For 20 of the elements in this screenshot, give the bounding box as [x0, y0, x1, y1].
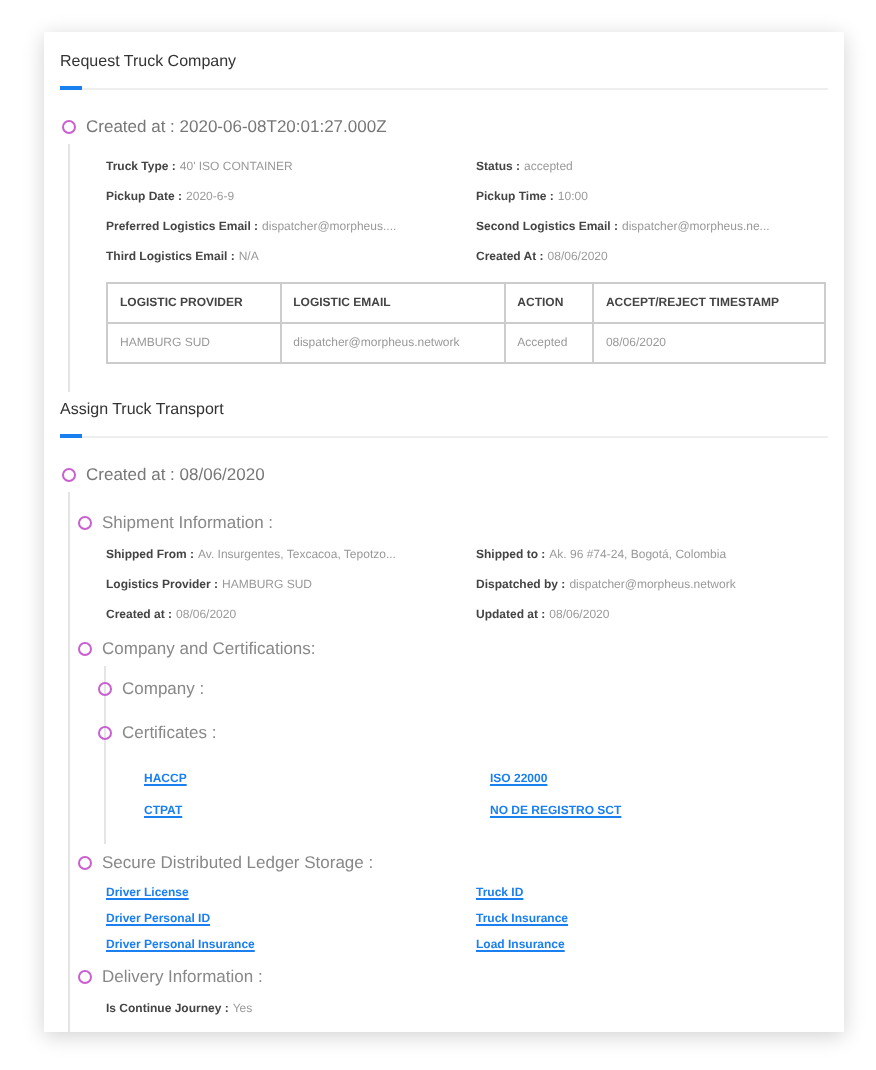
tab-indicator	[60, 86, 82, 90]
timeline-dot-icon	[78, 641, 92, 655]
section-title: Assign Truck Transport	[60, 399, 224, 417]
timeline-dot-icon	[78, 969, 92, 983]
created-at-heading: Created at : 08/06/2020	[86, 464, 265, 484]
subgroup-heading: Certificates :	[122, 722, 217, 742]
timeline-dot-icon	[98, 681, 112, 695]
timeline-dot-icon	[62, 119, 76, 133]
group-heading: Company and Certifications:	[102, 638, 316, 658]
timeline-dot-icon	[78, 515, 92, 529]
tab-indicator	[60, 434, 82, 438]
timeline-dot-icon	[78, 855, 92, 869]
subgroup-heading: Company :	[122, 678, 205, 698]
group-heading: Delivery Information :	[102, 966, 263, 986]
timeline-dot-icon	[62, 467, 76, 481]
timeline-dot-icon	[98, 725, 112, 739]
group-heading: Secure Distributed Ledger Storage :	[102, 852, 374, 872]
created-at-heading: Created at : 2020-06-08T20:01:27.000Z	[86, 116, 387, 136]
section-title: Request Truck Company	[60, 51, 237, 69]
group-heading: Shipment Information :	[102, 512, 274, 532]
